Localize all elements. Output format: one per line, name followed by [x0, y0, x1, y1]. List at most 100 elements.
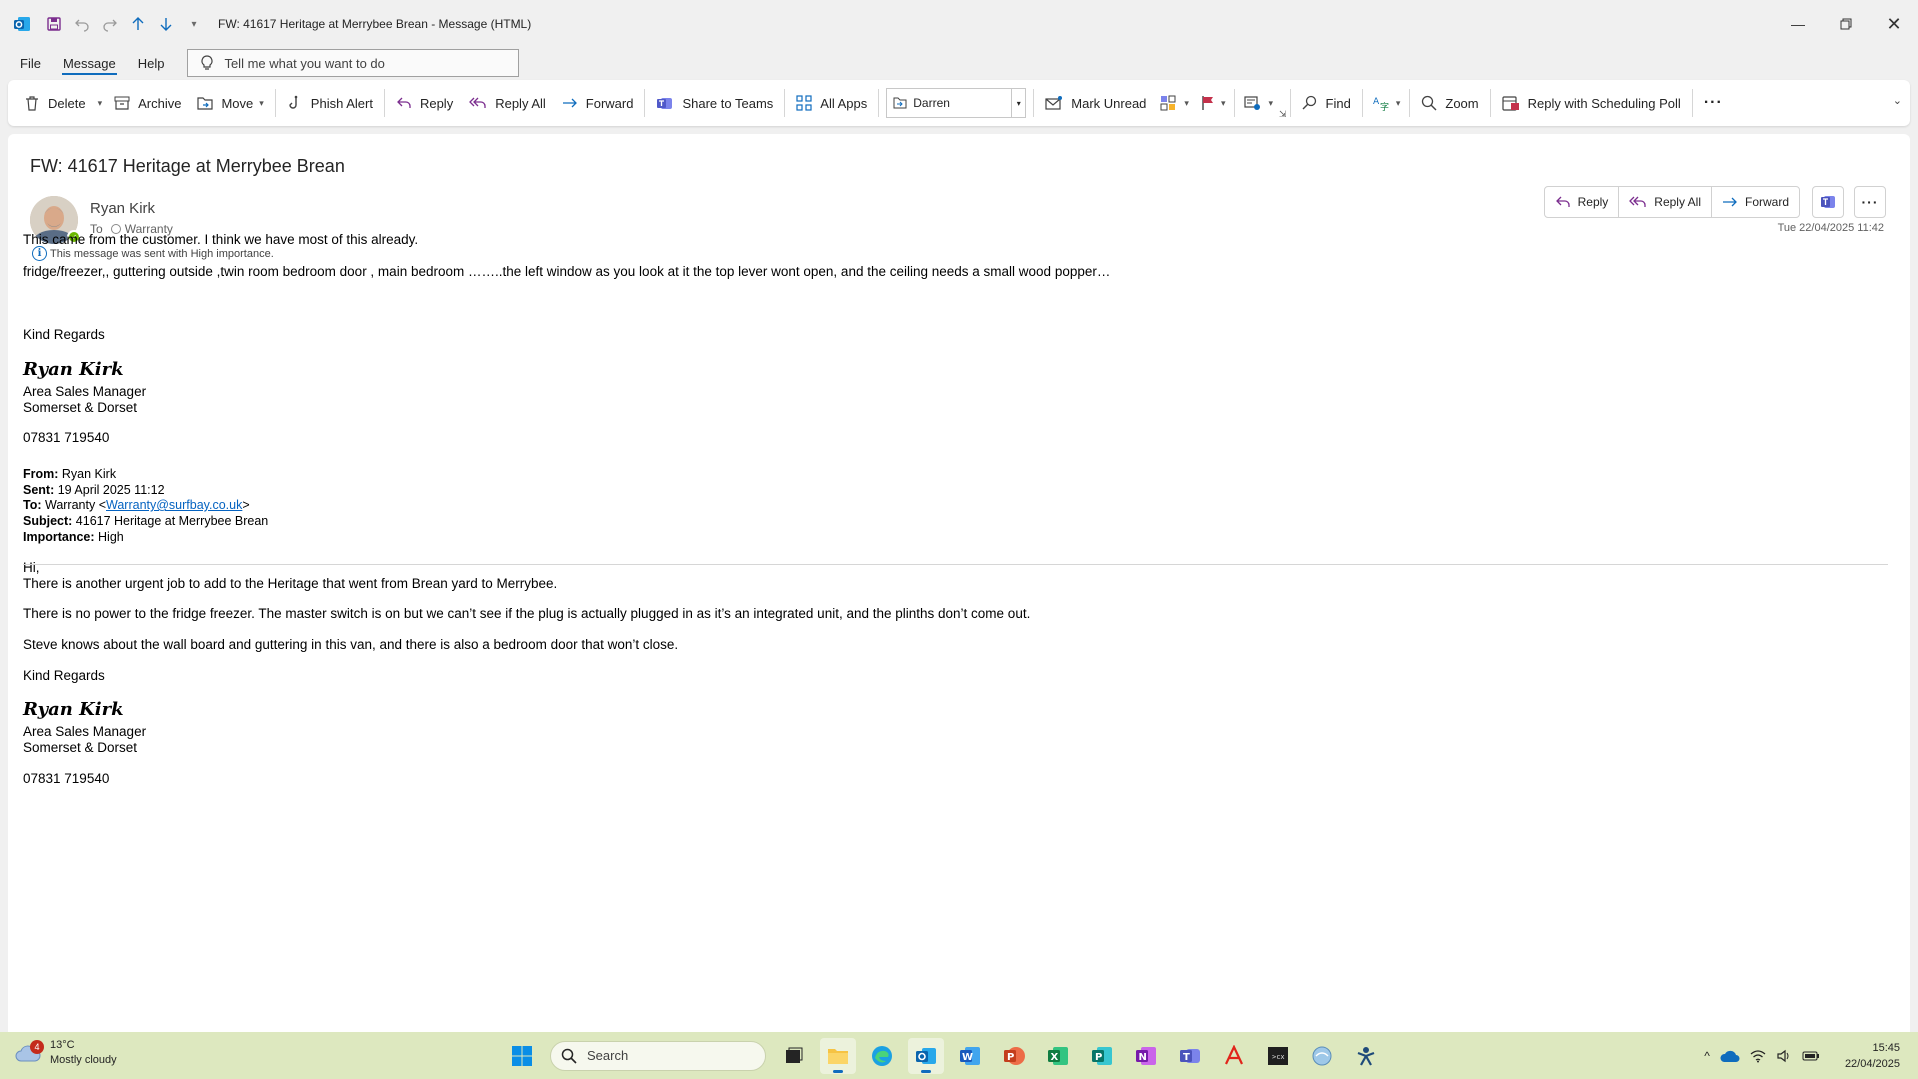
- onedrive-icon[interactable]: [1720, 1049, 1740, 1063]
- ribbon-separator: [1234, 89, 1236, 117]
- excel-icon[interactable]: X: [1040, 1038, 1076, 1074]
- svg-text:>cx: >cx: [1272, 1053, 1285, 1061]
- zoom-label: Zoom: [1445, 95, 1479, 111]
- delete-dropdown[interactable]: ▾: [94, 86, 107, 120]
- start-button[interactable]: [504, 1038, 540, 1074]
- reply-icon: [1555, 195, 1571, 209]
- move-button[interactable]: Move ▾: [189, 86, 271, 120]
- collapse-ribbon-button[interactable]: ⌄: [1893, 94, 1902, 107]
- redo-icon[interactable]: [96, 10, 124, 38]
- word-icon[interactable]: W: [952, 1038, 988, 1074]
- closing: Kind Regards: [23, 327, 105, 342]
- zoom-button[interactable]: Zoom: [1413, 86, 1486, 120]
- outlook-icon[interactable]: [908, 1037, 944, 1074]
- forward-label: Forward: [585, 95, 634, 111]
- more-actions-button[interactable]: ···: [1854, 186, 1886, 218]
- tab-message[interactable]: Message: [52, 48, 127, 78]
- battery-icon[interactable]: [1802, 1050, 1820, 1062]
- subject-value: 41617 Heritage at Merrybee Brean: [72, 514, 269, 528]
- forward-label: Forward: [1744, 195, 1789, 209]
- follow-up-button[interactable]: ▾: [1195, 86, 1232, 120]
- menu-bar: File Message Help Tell me what you want …: [0, 48, 1918, 78]
- mark-unread-button[interactable]: Mark Unread: [1037, 86, 1154, 120]
- signature-name: Ryan Kirk: [23, 699, 124, 720]
- temperature: 13°C: [50, 1039, 75, 1051]
- tab-help[interactable]: Help: [127, 48, 176, 78]
- file-explorer-icon[interactable]: [820, 1037, 856, 1074]
- outlook-app-icon: [8, 10, 36, 38]
- terminal-app-icon[interactable]: >cx: [1260, 1038, 1296, 1074]
- undo-icon[interactable]: [68, 10, 96, 38]
- support-app-icon[interactable]: [1348, 1038, 1384, 1074]
- reply-scheduling-poll-button[interactable]: Reply with Scheduling Poll: [1494, 86, 1689, 120]
- volume-icon[interactable]: [1776, 1049, 1792, 1063]
- clock[interactable]: 15:45 22/04/2025: [1845, 1040, 1900, 1072]
- archive-button[interactable]: Archive: [106, 86, 189, 120]
- forward-header-sent: Sent: 19 April 2025 11:12: [23, 483, 165, 497]
- acrobat-icon[interactable]: [1216, 1038, 1252, 1074]
- show-hidden-icons[interactable]: ^: [1704, 1049, 1710, 1063]
- divider: [23, 564, 1888, 565]
- customize-qat-icon[interactable]: ▾: [180, 10, 208, 38]
- onenote-icon[interactable]: N: [1128, 1038, 1164, 1074]
- forward-header-to: To: Warranty <Warranty@surfbay.co.uk>: [23, 498, 250, 512]
- task-view-icon[interactable]: [776, 1038, 812, 1074]
- sender-name[interactable]: Ryan Kirk: [90, 200, 155, 217]
- translate-button[interactable]: A字 ▾: [1366, 86, 1407, 120]
- quick-steps-dropdown[interactable]: ▾: [1012, 88, 1027, 118]
- edge-icon[interactable]: [864, 1038, 900, 1074]
- share-to-teams-button[interactable]: Share to Teams: [648, 86, 781, 120]
- next-item-icon[interactable]: [152, 10, 180, 38]
- forward-header-subject: Subject: 41617 Heritage at Merrybee Brea…: [23, 514, 268, 528]
- share-teams-button[interactable]: [1812, 186, 1844, 218]
- all-apps-button[interactable]: All Apps: [788, 86, 875, 120]
- dialog-launcher-icon[interactable]: ⇲: [1279, 109, 1287, 120]
- find-button[interactable]: Find: [1294, 86, 1359, 120]
- ribbon-separator: [1489, 89, 1491, 117]
- subject-label: Subject:: [23, 514, 73, 528]
- signature-title: Area Sales Manager: [23, 384, 147, 399]
- publisher-icon[interactable]: P: [1084, 1038, 1120, 1074]
- connection-app-icon[interactable]: [1304, 1038, 1340, 1074]
- categorize-icon: [1160, 95, 1178, 111]
- mark-unread-label: Mark Unread: [1071, 95, 1147, 111]
- reply-button[interactable]: Reply: [1545, 187, 1620, 217]
- forward-button[interactable]: Forward: [554, 86, 642, 120]
- categorize-button[interactable]: ▾: [1154, 86, 1195, 120]
- powerpoint-icon[interactable]: P: [996, 1038, 1032, 1074]
- teams-icon[interactable]: T: [1172, 1038, 1208, 1074]
- save-icon[interactable]: [40, 10, 68, 38]
- window-title: FW: 41617 Heritage at Merrybee Brean - M…: [218, 17, 532, 31]
- reply-label: Reply: [1577, 195, 1609, 209]
- ribbon-separator: [784, 89, 786, 117]
- tab-file[interactable]: File: [9, 48, 52, 78]
- phish-alert-button[interactable]: Phish Alert: [279, 86, 381, 120]
- email-link[interactable]: Warranty@surfbay.co.uk: [106, 498, 242, 512]
- signature-region: Somerset & Dorset: [23, 740, 138, 755]
- reply-button[interactable]: Reply: [388, 86, 461, 120]
- close-button[interactable]: ✕: [1870, 0, 1918, 48]
- time: 15:45: [1872, 1041, 1900, 1054]
- importance-value: High: [94, 530, 124, 544]
- svg-text:字: 字: [1380, 101, 1389, 111]
- quick-steps-select[interactable]: Darren: [886, 88, 1013, 118]
- wifi-icon[interactable]: [1750, 1049, 1766, 1063]
- forward-button[interactable]: Forward: [1712, 187, 1799, 217]
- reply-scheduling-poll-label: Reply with Scheduling Poll: [1527, 95, 1681, 111]
- to-name: Warranty <: [41, 498, 106, 512]
- weather-widget[interactable]: 4 13°C Mostly cloudy: [14, 1038, 117, 1068]
- reply-all-button[interactable]: Reply All: [461, 86, 554, 120]
- ribbon-separator: [878, 89, 880, 117]
- reply-all-button[interactable]: Reply All: [1619, 187, 1712, 217]
- ribbon-separator: [644, 89, 646, 117]
- minimize-button[interactable]: —: [1774, 0, 1822, 48]
- restore-button[interactable]: [1822, 0, 1870, 48]
- more-commands-button[interactable]: ···: [1696, 86, 1731, 120]
- previous-item-icon[interactable]: [124, 10, 152, 38]
- ribbon-separator: [1289, 89, 1291, 117]
- ribbon-separator: [1033, 89, 1035, 117]
- taskbar-search[interactable]: Search: [550, 1040, 766, 1071]
- rules-button[interactable]: ▾: [1238, 86, 1279, 120]
- delete-button[interactable]: Delete: [16, 86, 94, 120]
- tell-me-search[interactable]: Tell me what you want to do: [187, 49, 520, 77]
